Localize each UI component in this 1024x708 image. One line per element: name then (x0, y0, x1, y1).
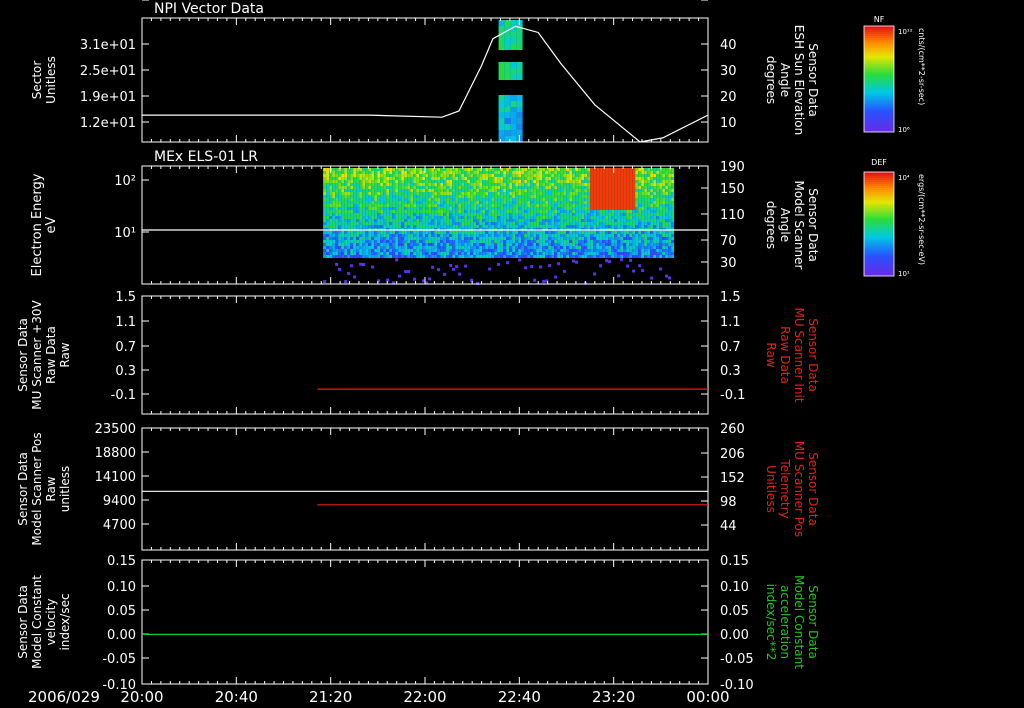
y-tick-label-right: 0.05 (720, 604, 749, 619)
y-tick-label-right: 0.00 (720, 628, 749, 643)
y-axis-label-left: Sensor DataModel Scanner PosRawunitless (16, 432, 72, 545)
colorbar-2: DEF 10⁴ 10¹ ergs/(cm**2-sr-sec-eV) (863, 158, 926, 278)
plot-frame (141, 17, 709, 143)
spectrogram (323, 168, 675, 285)
y-axis-label-right: Sensor DataModel Constantaccelerationind… (764, 575, 820, 669)
y-tick-label-right: -0.05 (720, 652, 754, 667)
y-tick-label-right: 0.7 (720, 340, 741, 355)
plot-frame (141, 427, 709, 551)
y-tick-label-right: -0.1 (720, 388, 745, 403)
y-tick-label-right: 44 (720, 519, 737, 534)
x-tick-label: 00:00 (686, 688, 729, 706)
y-axis-label-left: Electron EnergyeV (30, 173, 59, 276)
colorbar-min: 10⁶ (898, 126, 910, 134)
y-tick-label-left: 1.5 (115, 290, 136, 305)
y-tick-label-left: 0.7 (115, 340, 136, 355)
y-tick-label-left: 6.2e+00 (80, 0, 136, 4)
y-tick-label-left: 0.3 (115, 364, 136, 379)
x-tick-label: 20:00 (120, 688, 163, 706)
y-axis-label-left: Sensor DataMU Scanner +30VRaw DataRaw (16, 300, 72, 410)
y-tick-label-right: 10 (720, 116, 737, 131)
y-tick-label-left: 1.2e+01 (80, 116, 136, 131)
y-tick-label-right: 70 (720, 234, 737, 249)
y-tick-label-left: 0.00 (107, 628, 136, 643)
y-tick-label-right: 0.15 (720, 554, 749, 569)
y-tick-label-right: 190 (720, 160, 745, 175)
panel-1: 3.1e+01 2.5e+01 1.9e+01 1.2e+01 6.2e+00 40 30 2… (30, 0, 820, 143)
x-tick-label: 22:00 (403, 688, 446, 706)
x-tick-label: 20:40 (215, 688, 258, 706)
y-tick-label-left: -0.05 (102, 652, 136, 667)
y-axis-label-right: Sensor DataESH Sun ElevationAngledegrees (764, 25, 820, 135)
colorbar-max: 10¹² (898, 28, 913, 36)
colorbar-1: NF 10¹² 10⁶ cnts/(cm**2-sr-sec) (863, 15, 926, 134)
y-tick-label-right: 40 (720, 38, 737, 53)
y-tick-label-right: 0.10 (720, 580, 749, 595)
y-tick-label-right: 206 (720, 447, 745, 462)
colorbar-units: cnts/(cm**2-sr-sec) (917, 28, 926, 105)
colorbar-label: NF (874, 15, 885, 24)
panel-5: 0.150.100.050.00-0.05-0.100.150.100.050.… (16, 554, 820, 693)
panel-2: 10² 10¹ 190 150 110 70 30 MEx ELS-01 LR Electron… (30, 149, 820, 285)
y-tick-label-right: 1.5 (720, 290, 741, 305)
y-tick-label-left: -0.1 (111, 388, 136, 403)
y-tick-label-right: 98 (720, 495, 737, 510)
colorbar-max: 10⁴ (898, 174, 910, 182)
y-axis-label-right: Sensor DataMU Scanner InitRaw DataRaw (764, 307, 820, 402)
colorbar-units: ergs/(cm**2-sr-sec-eV) (917, 174, 926, 265)
x-tick-label: 23:20 (592, 688, 635, 706)
y-tick-label-left: 3.1e+01 (80, 38, 136, 53)
y-tick-label-right: 110 (720, 208, 745, 223)
figure: 3.1e+01 2.5e+01 1.9e+01 1.2e+01 6.2e+00 40 30 2… (16, 0, 926, 706)
y-tick-label-right: 0 (720, 0, 728, 4)
date-label: 2006/029 (28, 688, 100, 706)
y-tick-label-right: 1.1 (720, 315, 741, 330)
y-tick-label-left: 10¹ (114, 226, 136, 241)
y-tick-label-left: 1.9e+01 (80, 90, 136, 105)
plot-frame (141, 295, 709, 415)
y-tick-label-left: 0.05 (107, 604, 136, 619)
spectrogram (498, 20, 523, 142)
y-tick-label-left: 1.1 (115, 315, 136, 330)
y-tick-label-left: 4700 (103, 518, 136, 533)
y-axis-label-left: SectorUnitless (30, 56, 58, 104)
y-tick-label-right: 0.3 (720, 364, 741, 379)
y-tick-label-right: 152 (720, 471, 745, 486)
x-tick-label: 21:20 (309, 688, 352, 706)
y-tick-label-right: 150 (720, 182, 745, 197)
x-tick-label: 22:40 (498, 688, 541, 706)
y-tick-label-left: 10² (114, 174, 136, 189)
panel-title: NPI Vector Data (154, 1, 264, 17)
y-tick-label-left: 0.10 (107, 580, 136, 595)
y-axis-label-left: Sensor DataModel Constantvelocityindex/s… (16, 575, 72, 669)
series-line (142, 25, 709, 143)
y-tick-label-left: 18800 (95, 446, 136, 461)
y-tick-label-left: 2.5e+01 (80, 64, 136, 79)
y-axis-label-right: Sensor DataModel ScannerAngledegrees (764, 181, 820, 270)
plot-frame (141, 559, 709, 685)
y-tick-label-right: 30 (720, 256, 737, 271)
panel-title: MEx ELS-01 LR (154, 149, 258, 165)
y-tick-label-left: 0.15 (107, 554, 136, 569)
y-tick-label-left: 23500 (95, 422, 136, 437)
colorbar-min: 10¹ (898, 270, 910, 278)
y-tick-label-right: 20 (720, 90, 737, 105)
panel-3: 1.5 1.1 0.7 0.3 -0.1 1.5 1.1 0.7 0.3 -0.1 Sensor D… (16, 290, 820, 415)
colorbar-label: DEF (871, 158, 887, 167)
y-tick-label-right: 260 (720, 422, 745, 437)
panel-4: 23500 18800 14100 9400 4700 260 206 152 98 44 Sens… (16, 422, 820, 551)
y-axis-label-right: Sensor DataMU Scanner PosTelemetryUnitle… (764, 441, 820, 537)
y-tick-label-right: 30 (720, 64, 737, 79)
y-tick-label-left: 14100 (95, 470, 136, 485)
y-tick-label-left: 9400 (103, 494, 136, 509)
